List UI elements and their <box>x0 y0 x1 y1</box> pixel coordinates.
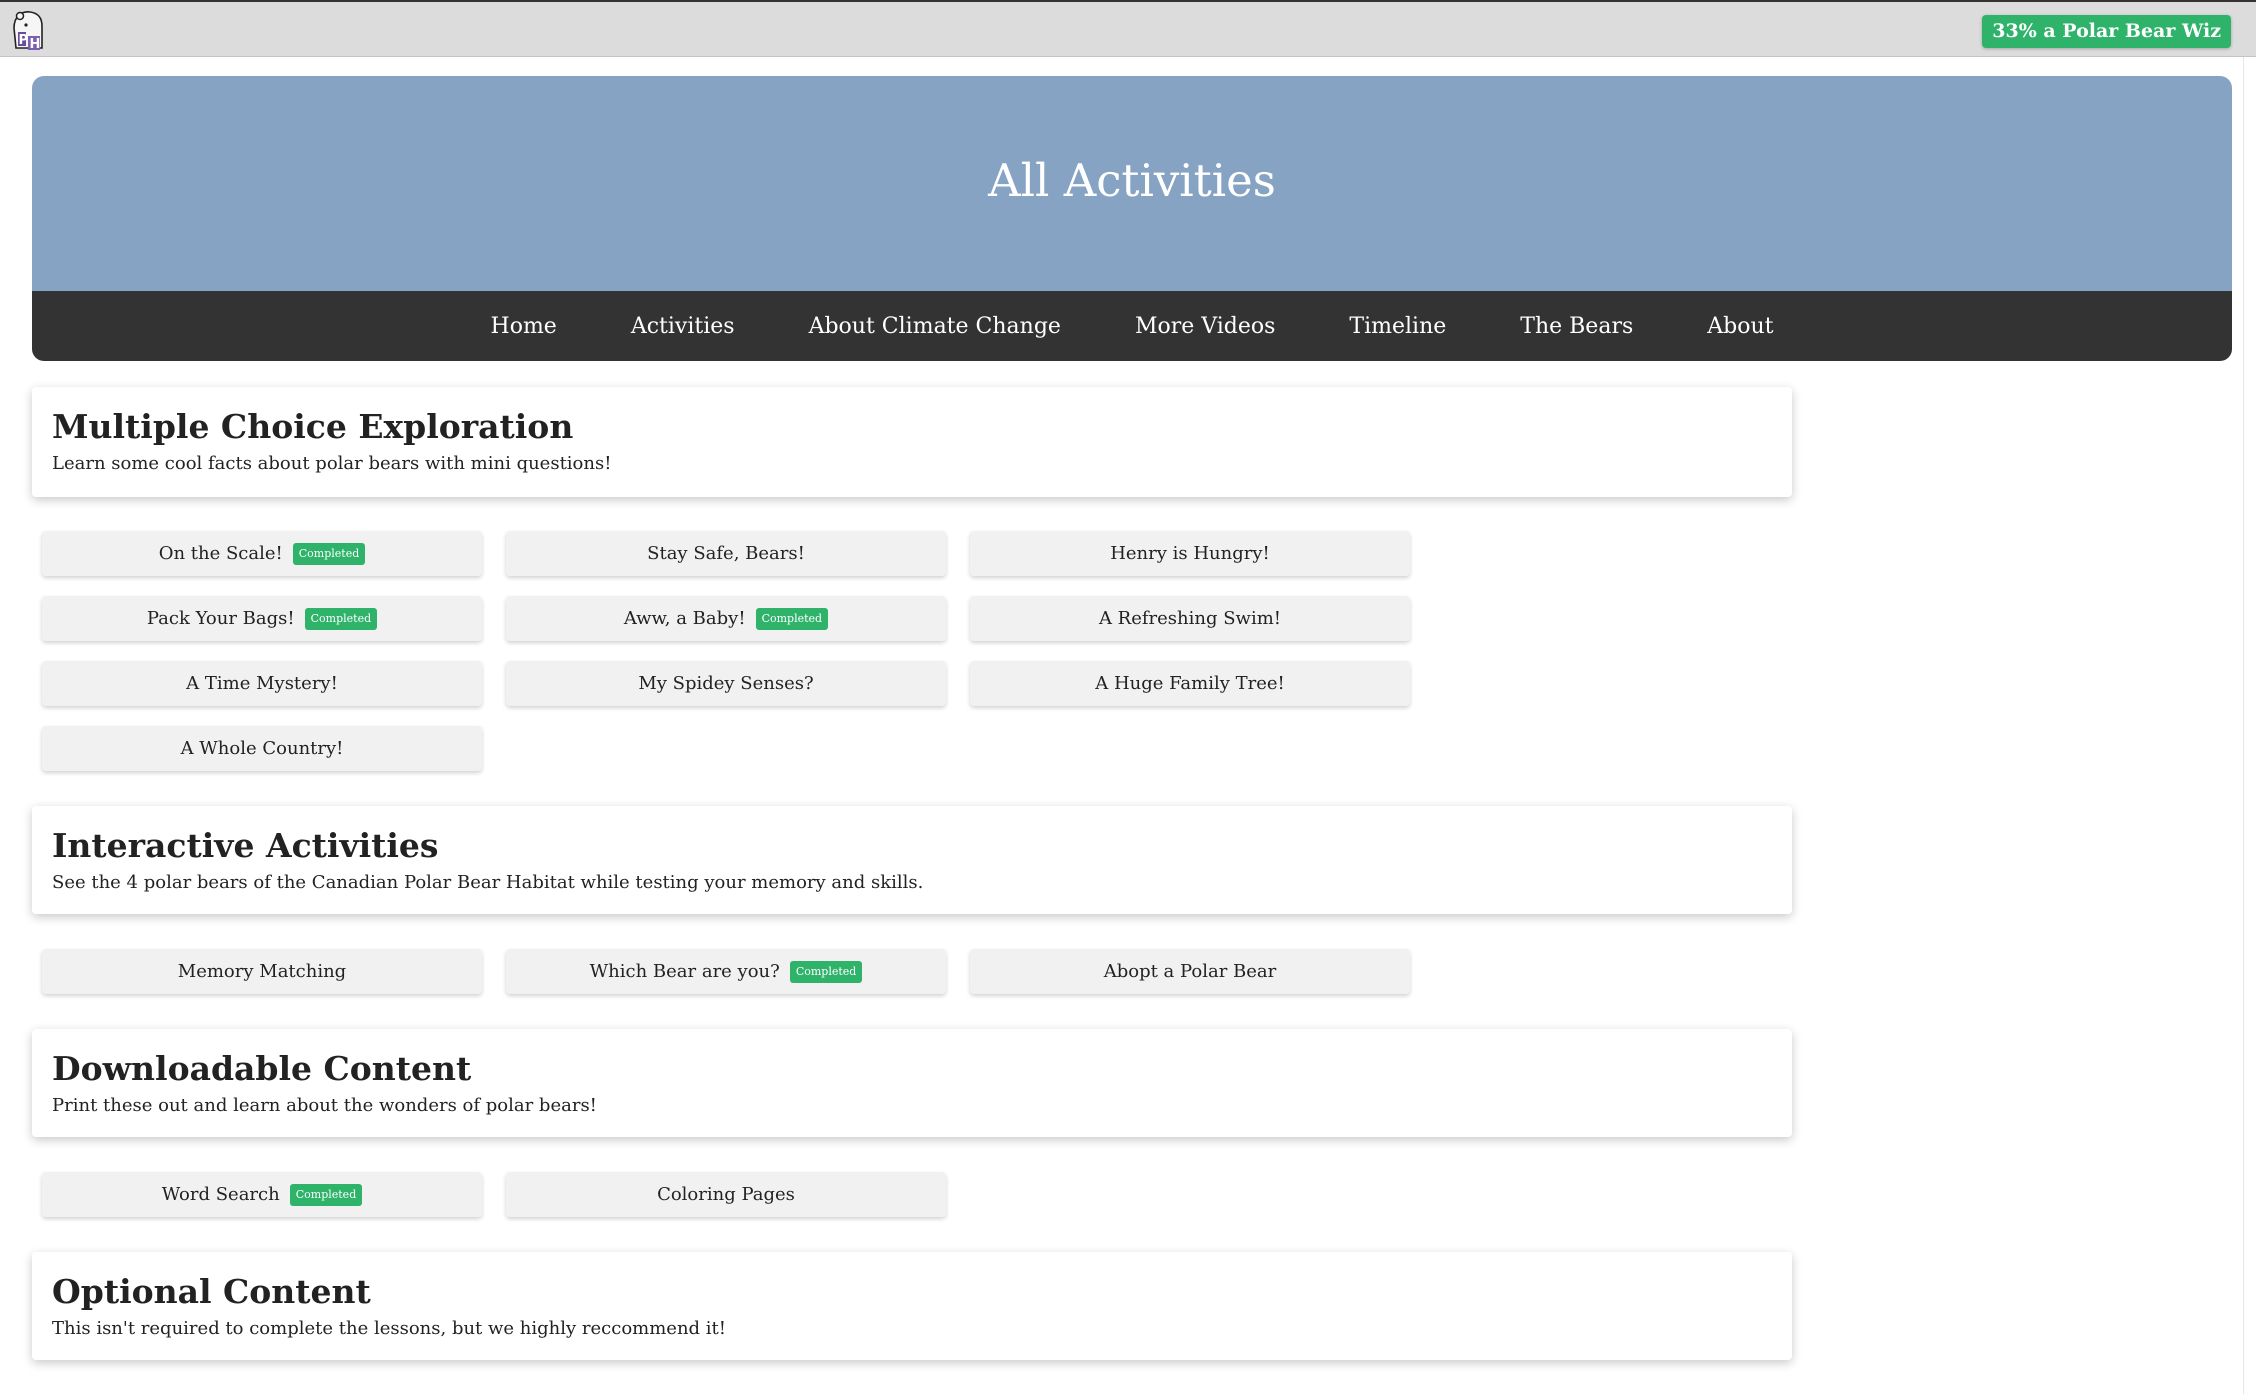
nav-about[interactable]: About <box>1670 314 1810 339</box>
nav-timeline[interactable]: Timeline <box>1312 314 1483 339</box>
activity-label: Which Bear are you? <box>589 961 780 982</box>
activity-button-on-the-scale[interactable]: On the Scale! Completed <box>42 531 482 576</box>
completed-badge: Completed <box>292 542 366 565</box>
nav-the-bears[interactable]: The Bears <box>1483 314 1670 339</box>
activity-label: A Whole Country! <box>180 738 344 759</box>
svg-text:H: H <box>30 37 41 52</box>
activity-button-a-time-mystery[interactable]: A Time Mystery! <box>42 661 482 706</box>
activity-button-stay-safe-bears[interactable]: Stay Safe, Bears! <box>506 531 946 576</box>
activity-button-a-refreshing-swim[interactable]: A Refreshing Swim! <box>970 596 1410 641</box>
section-description: Learn some cool facts about polar bears … <box>52 453 612 474</box>
nav-activities[interactable]: Activities <box>594 314 772 339</box>
activity-label: A Huge Family Tree! <box>1095 673 1285 694</box>
activity-label: Henry is Hungry! <box>1110 543 1270 564</box>
section-optional-content: Optional Content This isn't required to … <box>32 1252 1792 1360</box>
section-downloadable-content: Downloadable Content Print these out and… <box>32 1029 1792 1137</box>
activity-button-henry-is-hungry[interactable]: Henry is Hungry! <box>970 531 1410 576</box>
activity-button-a-huge-family-tree[interactable]: A Huge Family Tree! <box>970 661 1410 706</box>
page-title: All Activities <box>988 154 1276 207</box>
nav-more-videos[interactable]: More Videos <box>1098 314 1312 339</box>
section-interactive-activities: Interactive Activities See the 4 polar b… <box>32 806 1792 914</box>
completed-badge: Completed <box>289 1183 363 1206</box>
activity-label: A Refreshing Swim! <box>1098 608 1282 629</box>
activity-label: A Time Mystery! <box>186 673 338 694</box>
activity-button-my-spidey-senses[interactable]: My Spidey Senses? <box>506 661 946 706</box>
activity-button-which-bear-are-you[interactable]: Which Bear are you? Completed <box>506 949 946 994</box>
completed-badge: Completed <box>789 960 863 983</box>
activity-button-aww-a-baby[interactable]: Aww, a Baby! Completed <box>506 596 946 641</box>
activity-label: Word Search <box>161 1184 280 1205</box>
top-bar: P H 33% a Polar Bear Wiz <box>0 0 2256 57</box>
activity-label: Memory Matching <box>177 961 347 982</box>
nav-about-climate-change[interactable]: About Climate Change <box>772 314 1098 339</box>
section-description: Print these out and learn about the wond… <box>52 1095 597 1116</box>
activity-label: On the Scale! <box>158 543 283 564</box>
activity-label: Coloring Pages <box>657 1184 795 1205</box>
activity-button-adopt-a-polar-bear[interactable]: Abopt a Polar Bear <box>970 949 1410 994</box>
activity-button-pack-your-bags[interactable]: Pack Your Bags! Completed <box>42 596 482 641</box>
section-title: Optional Content <box>52 1272 371 1311</box>
section-multiple-choice: Multiple Choice Exploration Learn some c… <box>32 387 1792 497</box>
activity-button-memory-matching[interactable]: Memory Matching <box>42 949 482 994</box>
interactive-buttons: Memory Matching Which Bear are you? Comp… <box>42 949 1410 994</box>
activity-button-word-search[interactable]: Word Search Completed <box>42 1172 482 1217</box>
section-description: This isn't required to complete the less… <box>52 1318 727 1339</box>
polar-bear-logo-icon[interactable]: P H <box>8 8 50 54</box>
activity-label: My Spidey Senses? <box>638 673 814 694</box>
main-nav: Home Activities About Climate Change Mor… <box>32 291 2232 361</box>
svg-text:P: P <box>19 33 29 48</box>
activity-button-a-whole-country[interactable]: A Whole Country! <box>42 726 482 771</box>
section-title: Downloadable Content <box>52 1049 472 1088</box>
progress-badge: 33% a Polar Bear Wiz <box>1982 15 2231 48</box>
activity-label: Pack Your Bags! <box>146 608 295 629</box>
section-description: See the 4 polar bears of the Canadian Po… <box>52 872 924 893</box>
completed-badge: Completed <box>304 607 378 630</box>
hero-banner: All Activities <box>32 76 2232 291</box>
activity-button-coloring-pages[interactable]: Coloring Pages <box>506 1172 946 1217</box>
downloadable-buttons: Word Search Completed Coloring Pages <box>42 1172 1410 1217</box>
page-scrollbar[interactable] <box>2243 57 2256 1394</box>
section-title: Multiple Choice Exploration <box>52 407 574 446</box>
multiple-choice-buttons: On the Scale! Completed Stay Safe, Bears… <box>42 531 1410 771</box>
activity-label: Stay Safe, Bears! <box>647 543 805 564</box>
activity-label: Aww, a Baby! <box>623 608 746 629</box>
nav-home[interactable]: Home <box>454 314 594 339</box>
activity-label: Abopt a Polar Bear <box>1103 961 1277 982</box>
section-title: Interactive Activities <box>52 826 439 865</box>
completed-badge: Completed <box>755 607 829 630</box>
